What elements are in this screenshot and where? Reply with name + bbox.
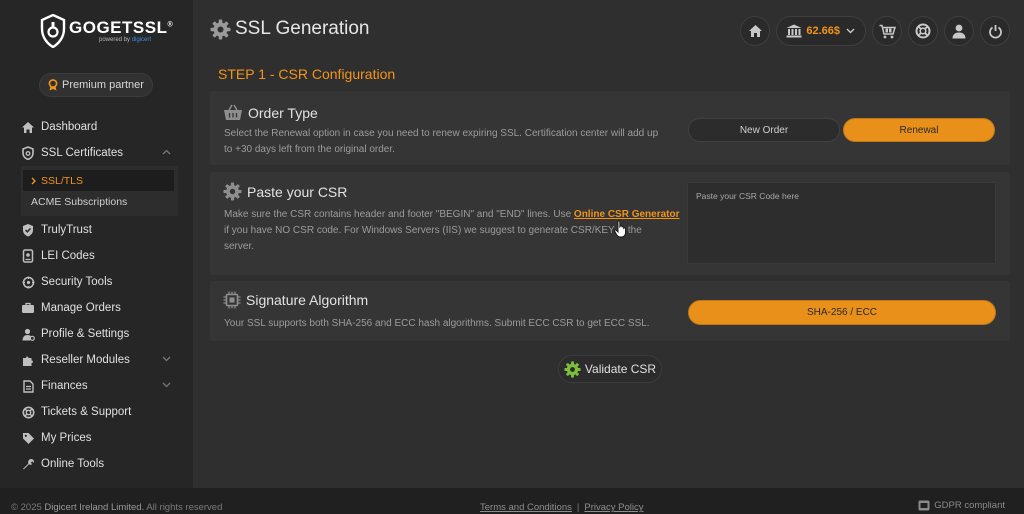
sidebar-item-tickets-support[interactable]: Tickets & Support: [0, 399, 193, 425]
new-order-button[interactable]: New Order: [688, 118, 840, 142]
balance-dropdown[interactable]: 62.66$: [776, 16, 866, 46]
lifebuoy-icon: [22, 406, 34, 418]
gear-icon: [210, 19, 231, 39]
step-title: STEP 1 - CSR Configuration: [218, 66, 396, 82]
sidebar-item-manage-orders[interactable]: Manage Orders: [0, 295, 193, 321]
paste-csr-card: Paste your CSR Make sure the CSR contain…: [210, 172, 1010, 275]
lei-icon: [22, 249, 34, 263]
brand-name: GOGETSSL: [69, 18, 168, 37]
wrench-icon: [22, 458, 34, 469]
terms-link[interactable]: Terms and Conditions: [480, 502, 572, 513]
cart-icon: [879, 24, 896, 38]
tag-icon: [22, 432, 34, 444]
briefcase-icon: [22, 302, 34, 313]
top-toolbar: 62.66$: [734, 16, 1010, 46]
sidebar-item-finances[interactable]: Finances: [0, 373, 193, 399]
ssl-certificates-submenu: SSL/TLS ACME Subscriptions: [21, 166, 178, 216]
sha256-ecc-button[interactable]: SHA-256 / ECC: [688, 300, 996, 325]
validate-csr-button[interactable]: Validate CSR: [558, 355, 662, 383]
sidebar-nav: Dashboard SSL Certificates SSL/TLS ACME …: [0, 114, 193, 477]
premium-partner-badge: Premium partner: [39, 73, 153, 97]
home-button[interactable]: [740, 16, 771, 46]
logo-shield-icon: [40, 14, 66, 48]
sidebar-subitem-acme-subscriptions[interactable]: ACME Subscriptions: [21, 191, 178, 212]
footer-copyright: © 2025 Digicert Ireland Limited. All rig…: [11, 502, 223, 513]
shield-icon: [22, 146, 34, 160]
home-icon: [748, 25, 762, 37]
order-type-card: Order Type Select the Renewal option in …: [210, 91, 1010, 165]
gear-icon: [223, 182, 242, 201]
power-icon: [988, 24, 1002, 38]
cart-button[interactable]: [872, 16, 902, 46]
sidebar-item-trulytrust[interactable]: TrulyTrust: [0, 217, 193, 243]
online-csr-generator-link[interactable]: Online CSR Generator: [574, 209, 680, 220]
lifebuoy-icon: [915, 23, 931, 39]
paste-csr-description: Make sure the CSR contains header and fo…: [224, 209, 680, 252]
paste-csr-heading: Paste your CSR: [223, 182, 347, 201]
user-gear-icon: [22, 328, 35, 341]
sidebar: GOGETSSL® powered by digicert Premium pa…: [0, 0, 193, 488]
support-button[interactable]: [908, 16, 938, 46]
logout-button[interactable]: [980, 16, 1010, 46]
csr-code-textarea[interactable]: [687, 182, 996, 264]
puzzle-icon: [22, 356, 33, 366]
bank-icon: [786, 24, 802, 38]
sidebar-item-lei-codes[interactable]: LEI Codes: [0, 243, 193, 269]
chevron-up-icon: [162, 149, 171, 155]
footer: © 2025 Digicert Ireland Limited. All rig…: [0, 488, 1024, 514]
chevron-down-icon: [846, 28, 855, 34]
powered-by: powered by digicert: [99, 37, 152, 43]
chevron-down-icon: [162, 356, 171, 362]
gear-check-icon: [564, 360, 581, 378]
privacy-link[interactable]: Privacy Policy: [584, 502, 643, 513]
chip-icon: [223, 291, 241, 309]
sidebar-item-security-tools[interactable]: Security Tools: [0, 269, 193, 295]
gdpr-badge: GDPR compliant: [918, 500, 1005, 511]
footer-links: Terms and Conditions | Privacy Policy: [480, 502, 644, 513]
home-icon: [22, 121, 34, 133]
signature-algorithm-card: Signature Algorithm Your SSL supports bo…: [210, 281, 1010, 341]
security-tools-icon: [22, 276, 34, 288]
renewal-button[interactable]: Renewal: [843, 118, 995, 142]
order-type-description: Select the Renewal option in case you ne…: [224, 128, 659, 155]
sidebar-item-my-prices[interactable]: My Prices: [0, 425, 193, 451]
sidebar-item-online-tools[interactable]: Online Tools: [0, 451, 193, 477]
brand-reg: ®: [167, 21, 174, 29]
chevron-down-icon: [162, 382, 171, 388]
sidebar-subitem-ssl-tls[interactable]: SSL/TLS: [23, 170, 174, 191]
sidebar-item-ssl-certificates[interactable]: SSL Certificates: [0, 140, 193, 166]
gdpr-icon: [918, 500, 930, 511]
balance-amount: 62.66$: [806, 25, 840, 37]
sidebar-item-profile-settings[interactable]: Profile & Settings: [0, 321, 193, 347]
sidebar-item-reseller-modules[interactable]: Reseller Modules: [0, 347, 193, 373]
page-title: SSL Generation: [210, 18, 370, 40]
sidebar-item-dashboard[interactable]: Dashboard: [0, 114, 193, 140]
account-button[interactable]: [944, 16, 974, 46]
user-icon: [952, 24, 966, 38]
logo[interactable]: GOGETSSL® powered by digicert: [40, 14, 173, 48]
signature-algorithm-heading: Signature Algorithm: [223, 291, 368, 309]
signature-algorithm-description: Your SSL supports both SHA-256 and ECC h…: [224, 318, 650, 329]
award-icon: [48, 79, 58, 91]
chevron-right-icon: [31, 177, 36, 184]
basket-icon: [224, 104, 242, 120]
order-type-heading: Order Type: [223, 104, 318, 121]
hand-cursor-icon: [614, 220, 626, 238]
document-icon: [22, 379, 34, 393]
check-shield-icon: [23, 224, 33, 237]
